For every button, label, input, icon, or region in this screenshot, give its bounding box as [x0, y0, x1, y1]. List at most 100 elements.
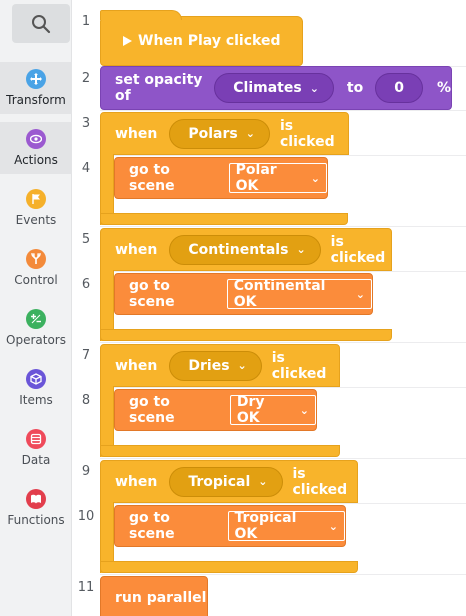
- category-label: Actions: [14, 153, 58, 167]
- category-functions[interactable]: Functions: [0, 482, 72, 534]
- line-number: 9: [81, 464, 91, 479]
- row-divider: [100, 503, 466, 504]
- block-label: is clicked: [330, 233, 386, 266]
- search-icon: [32, 14, 51, 33]
- when-clicked-block[interactable]: when Dries ⌄ is clicked: [100, 344, 340, 387]
- chevron-down-icon: ⌄: [258, 475, 268, 488]
- block-label: when: [115, 125, 158, 142]
- category-events[interactable]: Events: [0, 182, 72, 234]
- when-target-dropdown[interactable]: Dries ⌄: [169, 350, 262, 381]
- when-clicked-block[interactable]: when Continentals ⌄ is clicked: [100, 228, 392, 271]
- when-play-clicked-block[interactable]: When Play clicked: [100, 16, 303, 66]
- c-block-foot: [100, 329, 392, 341]
- category-data[interactable]: Data: [0, 422, 72, 474]
- block-label: When Play clicked: [138, 33, 281, 49]
- category-label: Data: [21, 453, 51, 467]
- go-to-scene-block[interactable]: go to scene Continental OK ⌄: [114, 273, 373, 315]
- chevron-down-icon: ⌄: [310, 171, 320, 185]
- category-transform[interactable]: Transform: [0, 62, 72, 114]
- block-label: to: [346, 80, 364, 96]
- when-clicked-block[interactable]: when Tropical ⌄ is clicked: [100, 460, 358, 503]
- chevron-down-icon: ⌄: [245, 127, 255, 140]
- block-label: is clicked: [292, 465, 348, 498]
- go-to-scene-block[interactable]: go to scene Polar OK ⌄: [114, 157, 328, 199]
- row-divider: [100, 574, 466, 575]
- plus-minus-icon: [26, 309, 46, 329]
- when-clicked-block[interactable]: when Polars ⌄ is clicked: [100, 112, 349, 155]
- line-number: 5: [81, 232, 91, 247]
- block-label: set opacity of: [115, 72, 203, 104]
- category-sidebar: Transform Actions Events Control Operato…: [0, 0, 72, 616]
- block-label: run parallel: [115, 590, 207, 606]
- dropdown-value: Dries: [188, 357, 230, 374]
- chevron-down-icon: ⌄: [237, 359, 247, 372]
- eye-icon: [26, 129, 46, 149]
- chevron-down-icon: ⌄: [328, 519, 338, 533]
- when-target-dropdown[interactable]: Tropical ⌄: [169, 466, 283, 497]
- row-divider: [100, 342, 466, 343]
- line-number: 4: [81, 161, 91, 176]
- category-label: Operators: [6, 333, 66, 347]
- chevron-down-icon: ⌄: [309, 81, 319, 95]
- dropdown-value: Climates: [233, 80, 302, 96]
- hat-block-cap: [100, 10, 182, 20]
- go-to-scene-block[interactable]: go to scene Tropical OK ⌄: [114, 505, 346, 547]
- category-operators[interactable]: Operators: [0, 302, 72, 354]
- line-number: 7: [81, 348, 91, 363]
- script-editor: 1 2 3 4 5 6 7 8 9 10 11 When Play clicke…: [72, 0, 466, 616]
- scene-dropdown[interactable]: Continental OK ⌄: [226, 278, 372, 310]
- scene-dropdown[interactable]: Tropical OK ⌄: [227, 510, 345, 542]
- c-block-foot: [100, 445, 340, 457]
- line-number: 1: [81, 14, 91, 29]
- c-block-foot: [100, 213, 348, 225]
- category-actions[interactable]: Actions: [0, 122, 72, 174]
- dropdown-value: Tropical: [188, 473, 251, 490]
- dropdown-value: Continentals: [188, 241, 289, 258]
- when-target-dropdown[interactable]: Polars ⌄: [169, 118, 270, 149]
- play-triangle-icon: [123, 36, 132, 46]
- line-number: 2: [81, 71, 91, 86]
- category-label: Functions: [7, 513, 65, 527]
- chevron-down-icon: ⌄: [299, 403, 309, 417]
- row-divider: [100, 110, 466, 111]
- block-label: go to scene: [129, 510, 175, 542]
- go-to-scene-block[interactable]: go to scene Dry OK ⌄: [114, 389, 317, 431]
- block-label: %: [436, 80, 451, 96]
- when-target-dropdown[interactable]: Continentals ⌄: [169, 234, 321, 265]
- category-label: Items: [19, 393, 53, 407]
- block-label: go to scene: [129, 162, 175, 194]
- block-label: when: [115, 473, 158, 490]
- line-number: 10: [77, 509, 95, 524]
- block-label: when: [115, 357, 158, 374]
- scene-dropdown[interactable]: Polar OK ⌄: [228, 162, 327, 194]
- line-number: 8: [81, 393, 91, 408]
- dropdown-value: Continental OK: [233, 278, 326, 310]
- dropdown-value: Polars: [188, 125, 238, 142]
- row-divider: [100, 387, 466, 388]
- row-divider: [100, 226, 466, 227]
- line-gutter: 1 2 3 4 5 6 7 8 9 10 11: [72, 0, 100, 616]
- cube-icon: [26, 369, 46, 389]
- chevron-down-icon: ⌄: [296, 243, 306, 256]
- block-label: go to scene: [129, 394, 175, 426]
- opacity-value-input[interactable]: 0: [375, 73, 423, 103]
- row-divider: [100, 271, 466, 272]
- category-label: Events: [15, 213, 57, 227]
- line-number: 6: [81, 277, 91, 292]
- scene-dropdown[interactable]: Dry OK ⌄: [229, 394, 316, 426]
- database-icon: [26, 429, 46, 449]
- block-label: is clicked: [271, 349, 327, 382]
- set-opacity-block[interactable]: set opacity of Climates ⌄ to 0 %: [100, 66, 452, 110]
- row-divider: [100, 155, 466, 156]
- category-items[interactable]: Items: [0, 362, 72, 414]
- move-icon: [26, 69, 46, 89]
- dropdown-value: Polar OK: [235, 162, 277, 194]
- line-number: 3: [81, 116, 91, 131]
- search-button[interactable]: [12, 4, 70, 43]
- run-parallel-block[interactable]: run parallel: [100, 576, 208, 616]
- opacity-target-dropdown[interactable]: Climates ⌄: [214, 73, 334, 103]
- block-label: is clicked: [279, 117, 335, 150]
- block-label: go to scene: [129, 278, 175, 310]
- category-control[interactable]: Control: [0, 242, 72, 294]
- block-label: when: [115, 241, 158, 258]
